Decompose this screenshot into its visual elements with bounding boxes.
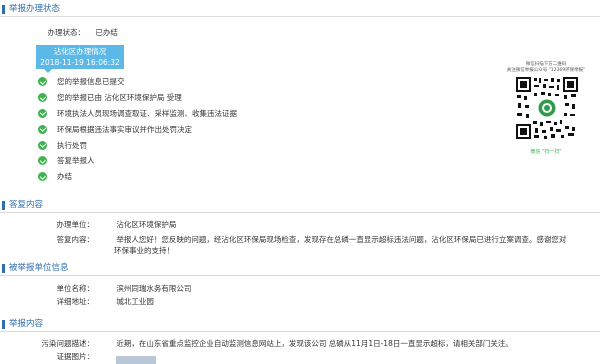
progress-timeline: 您的举报信息已提交 您的举报已由 沾化区环境保护局 受理 环境执法人员现场调查取… xyxy=(38,74,237,185)
status-label: 办理状态： xyxy=(47,28,86,37)
timeline-step: 您的举报信息已提交 xyxy=(38,74,237,90)
check-circle-icon xyxy=(38,172,47,182)
unit-address-row: 详细地址： 城北工业园 xyxy=(26,297,154,307)
handling-box-date: 2018-11-19 16:06:32 xyxy=(40,58,120,67)
reply-unit-label: 办理单位： xyxy=(56,220,95,229)
evidence-photo-label: 证据图片： xyxy=(56,352,95,361)
qr-caption-scan: 微信 "扫一扫" xyxy=(530,149,562,155)
timeline-step: 环保局根据违法事实审议并作出处罚决定 xyxy=(38,121,237,137)
section-title-status: 举报办理状态 xyxy=(0,3,600,17)
pollution-desc-row: 污染问题描述： 近期，在山东省重点监控企业自动监测信息网站上，发现该公司 总磷从… xyxy=(14,339,513,349)
timeline-step: 执行处罚 xyxy=(38,137,237,153)
report-detail-page: 举报办理状态 办理状态： 已办结 沾化区办理情况 2018-11-19 16:0… xyxy=(0,0,600,364)
pollution-desc-label: 污染问题描述： xyxy=(41,339,95,348)
unit-name-value: 滨州同瑞水务有限公司 xyxy=(116,284,192,293)
evidence-photo-thumbnail[interactable] xyxy=(116,356,156,364)
reply-content-line1: 举报人您好！您反映的问题，经沾化区环保局现场检查，发现存在总磷一直显示超标违法问… xyxy=(116,235,567,244)
step-label: 您的举报已由 沾化区环境保护局 受理 xyxy=(57,93,182,103)
step-label: 您的举报信息已提交 xyxy=(57,77,125,87)
handling-date-box: 沾化区办理情况 2018-11-19 16:06:32 xyxy=(36,45,124,73)
unit-name-row: 单位名称： 滨州同瑞水务有限公司 xyxy=(26,284,192,294)
timeline-step: 您的举报已由 沾化区环境保护局 受理 xyxy=(38,90,237,106)
check-circle-icon xyxy=(38,156,47,166)
timeline-step: 答复举报人 xyxy=(38,153,237,169)
unit-name-label: 单位名称： xyxy=(56,284,95,293)
evidence-photo-row: 证据图片： xyxy=(14,352,95,362)
status-value: 已办结 xyxy=(95,28,118,37)
reply-content-row: 答复内容： 举报人您好！您反映的问题，经沾化区环保局现场检查，发现存在总磷一直显… xyxy=(26,235,567,245)
reply-unit-value: 沾化区环境保护局 xyxy=(116,220,177,229)
check-circle-icon xyxy=(38,93,47,103)
qr-caption-line2: 关注微信举报公众号 "12369环保举报" xyxy=(506,68,586,73)
qr-code-icon xyxy=(515,76,579,140)
unit-address-value: 城北工业园 xyxy=(116,297,154,306)
status-row: 办理状态： 已办结 xyxy=(30,28,118,38)
section-title-reply: 答复内容 xyxy=(0,199,600,213)
reply-content-label: 答复内容： xyxy=(56,235,95,244)
timeline-step: 环境执法人员现场调查取证、采样监测、收集违法证据 xyxy=(38,106,237,122)
check-circle-icon xyxy=(38,77,47,87)
step-label: 答复举报人 xyxy=(57,156,95,166)
step-label: 办结 xyxy=(57,172,72,182)
check-circle-icon xyxy=(38,108,47,118)
check-circle-icon xyxy=(38,124,47,134)
check-circle-icon xyxy=(38,140,47,150)
reply-unit-row: 办理单位： 沾化区环境保护局 xyxy=(26,220,177,230)
step-label: 环保局根据违法事实审议并作出处罚决定 xyxy=(57,124,192,134)
step-label: 环境执法人员现场调查取证、采样监测、收集违法证据 xyxy=(57,108,237,118)
section-title-report-content: 举报内容 xyxy=(0,318,600,332)
handling-box-title: 沾化区办理情况 xyxy=(53,47,107,56)
unit-address-label: 详细地址： xyxy=(56,297,95,306)
reply-content-line2: 环保事业的支持！ xyxy=(114,246,174,255)
pollution-desc-value: 近期，在山东省重点监控企业自动监测信息网站上，发现该公司 总磷从11月1日-18… xyxy=(116,339,513,348)
timeline-step: 办结 xyxy=(38,169,237,185)
section-title-reported-unit: 被举报单位信息 xyxy=(0,262,600,276)
step-label: 执行处罚 xyxy=(57,140,87,150)
